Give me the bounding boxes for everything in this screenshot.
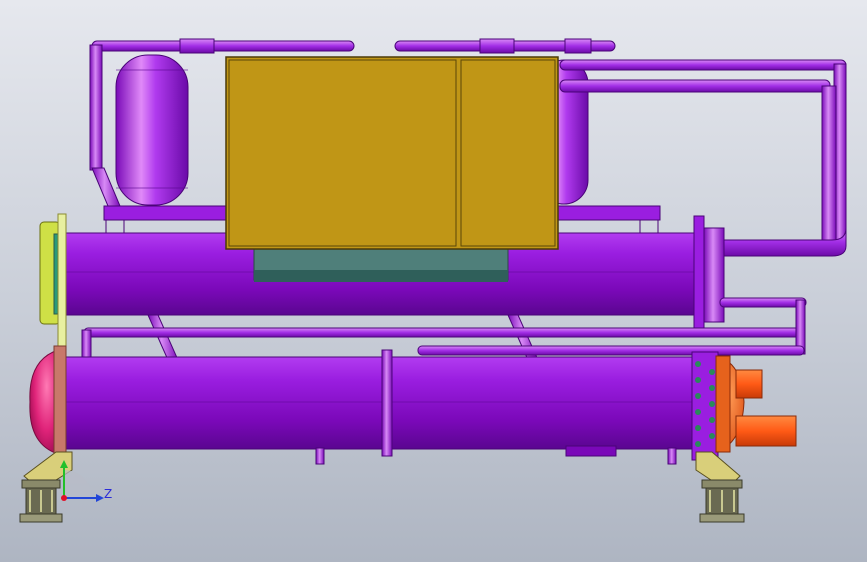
- suction-pipe-top-left[interactable]: [91, 38, 355, 54]
- condenser-end-cover[interactable]: [39, 213, 67, 347]
- z-axis-label: Z: [104, 487, 112, 501]
- suction-pipe-top-right[interactable]: [394, 38, 616, 54]
- evaporator-right-flange[interactable]: [691, 351, 719, 461]
- chiller-assembly-model[interactable]: Z: [0, 0, 867, 562]
- evaporator-left-head[interactable]: [29, 345, 67, 457]
- triad-plane-marker: [64, 470, 92, 498]
- triad-origin: [61, 495, 67, 501]
- vibration-isolator-right[interactable]: [695, 451, 745, 523]
- evaporator-shell[interactable]: [61, 349, 697, 465]
- water-outlet-nozzles[interactable]: [735, 369, 797, 447]
- electrical-control-box[interactable]: [225, 56, 559, 282]
- receiver-tank-left[interactable]: [115, 54, 189, 206]
- 3d-model-viewport[interactable]: Z: [0, 0, 867, 562]
